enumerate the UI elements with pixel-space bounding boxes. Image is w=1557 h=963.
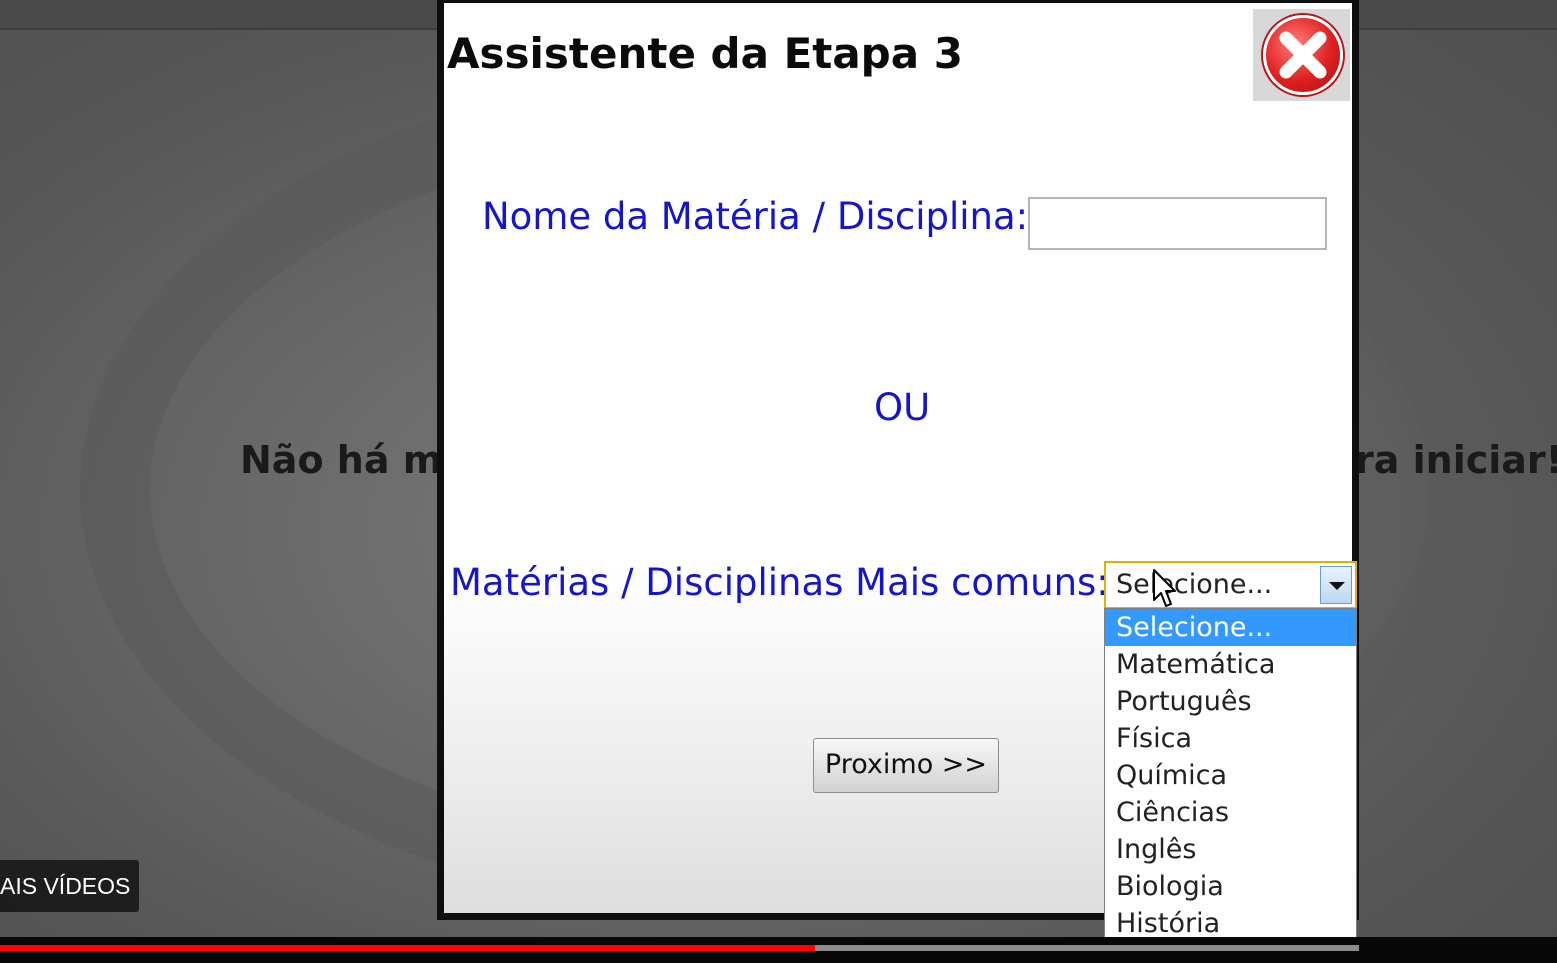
video-progress-played (0, 945, 816, 951)
wizard-dialog: Assistente da Etapa 3 Nome da Matéria / … (437, 0, 1359, 948)
more-videos-label: AIS VÍDEOS (0, 873, 131, 899)
dropdown-option-matematica[interactable]: Matemática (1105, 646, 1356, 683)
subject-name-label: Nome da Matéria / Disciplina: (482, 195, 1029, 238)
chevron-down-icon[interactable] (1320, 566, 1352, 604)
background-message-right: ra iniciar! (1355, 438, 1557, 482)
dropdown-option-selecione[interactable]: Selecione... (1105, 609, 1356, 646)
dropdown-option-portugues[interactable]: Português (1105, 683, 1356, 720)
subjects-dropdown-list: Selecione... Matemática Português Física… (1104, 608, 1357, 948)
dropdown-option-fisica[interactable]: Física (1105, 720, 1356, 757)
next-button[interactable]: Proximo >> (813, 738, 999, 793)
select-current-value: Selecione... (1116, 569, 1273, 600)
dropdown-option-ingles[interactable]: Inglês (1105, 831, 1356, 868)
close-icon (1279, 31, 1327, 79)
dropdown-option-biologia[interactable]: Biologia (1105, 868, 1356, 905)
dropdown-option-ciencias[interactable]: Ciências (1105, 794, 1356, 831)
video-progress-bar[interactable] (0, 945, 1359, 951)
mouse-cursor-icon (1153, 569, 1176, 607)
dropdown-option-quimica[interactable]: Química (1105, 757, 1356, 794)
common-subjects-select[interactable]: Selecione... (1104, 561, 1357, 609)
more-videos-button[interactable]: AIS VÍDEOS (0, 860, 139, 912)
background-message-left: Não há m (240, 438, 443, 482)
dialog-title: Assistente da Etapa 3 (447, 29, 963, 78)
or-label: OU (874, 386, 931, 429)
close-button[interactable] (1253, 9, 1350, 101)
common-subjects-label: Matérias / Disciplinas Mais comuns: (450, 561, 1109, 604)
video-frame: Não há m ra iniciar! Assistente da Etapa… (0, 0, 1557, 963)
subject-name-input[interactable] (1028, 197, 1327, 250)
